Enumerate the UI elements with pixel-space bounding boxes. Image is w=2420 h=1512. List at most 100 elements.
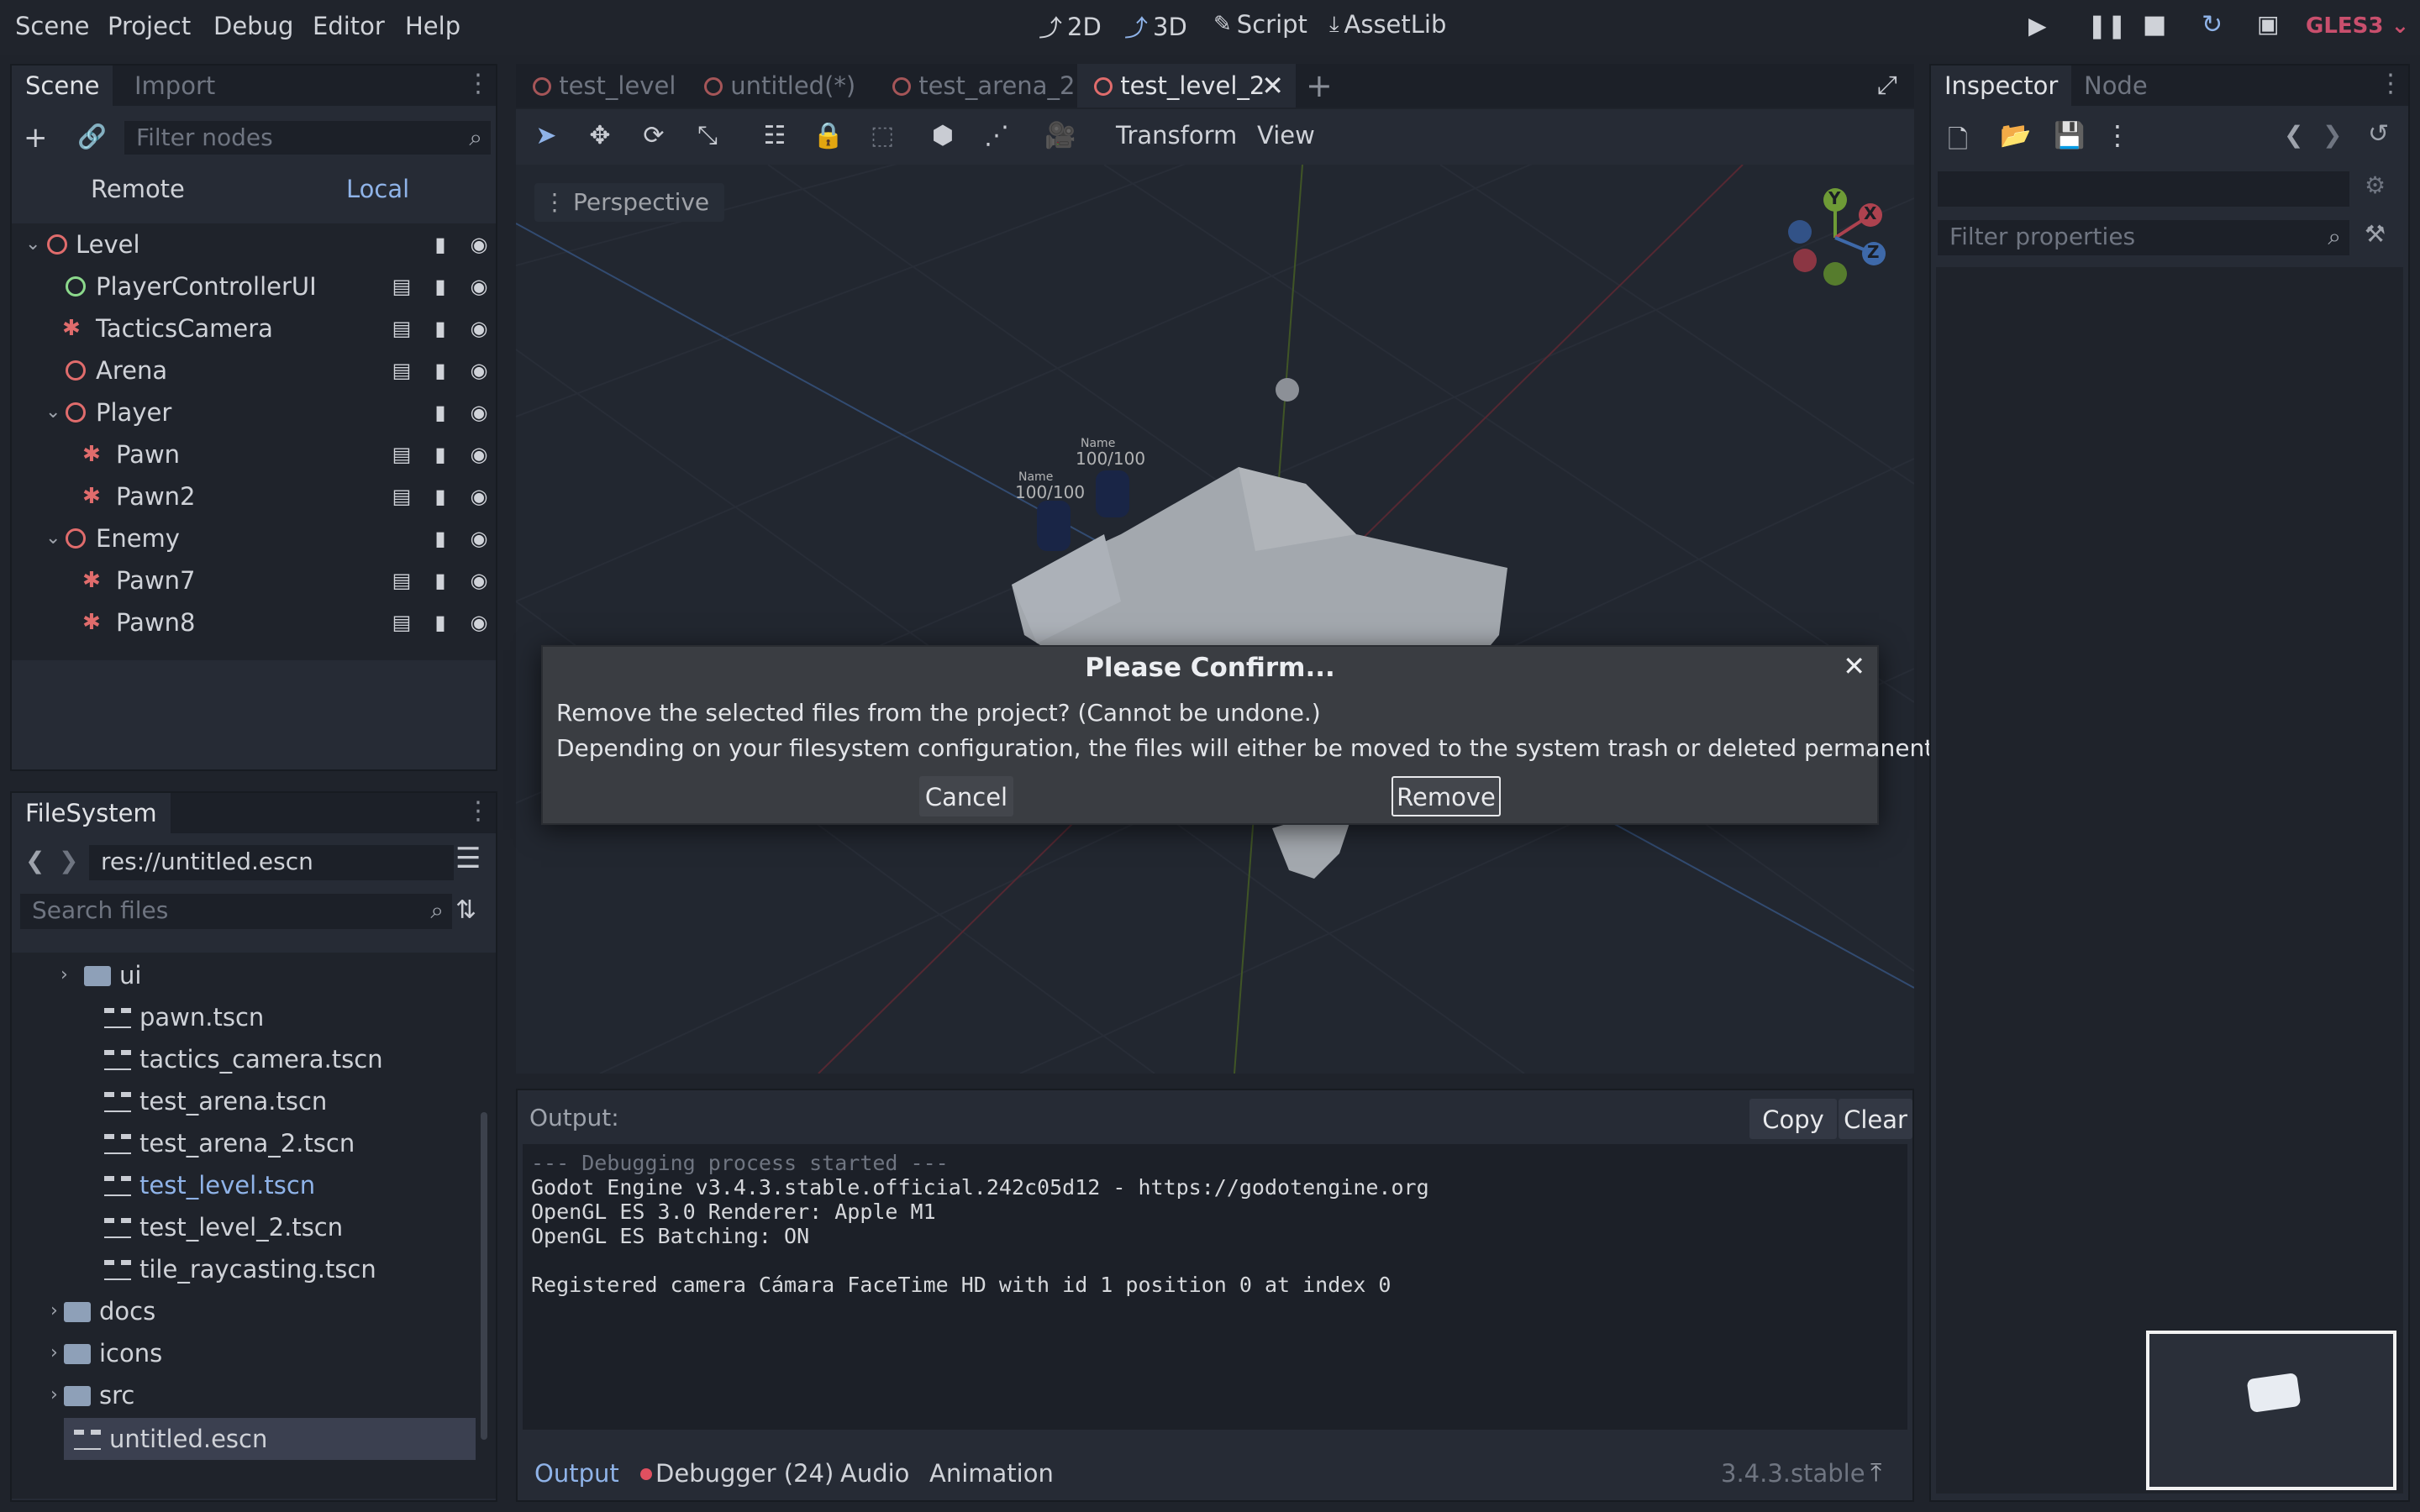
visibility-eye-icon[interactable]: ◉ [467, 360, 491, 381]
close-icon[interactable]: ✕ [1261, 64, 1284, 108]
scene-tab-test-arena-2[interactable]: test_arena_2 [876, 64, 1077, 108]
script-attached-icon[interactable]: ▮ [429, 318, 452, 339]
forward-arrow-icon[interactable]: ❯ [59, 847, 78, 874]
pause-icon[interactable]: ❚❚ [2087, 12, 2127, 39]
script-attached-icon[interactable]: ▮ [429, 234, 452, 255]
visibility-eye-icon[interactable]: ◉ [467, 444, 491, 465]
forward-arrow-icon[interactable]: ❯ [2323, 121, 2342, 149]
visibility-eye-icon[interactable]: ◉ [467, 570, 491, 591]
output-log[interactable]: --- Debugging process started --- Godot … [523, 1144, 1907, 1430]
camera-override-icon[interactable]: 🎥 [1044, 119, 1077, 153]
file-item-ui[interactable]: › ui [60, 954, 141, 996]
local-button[interactable]: Local [346, 175, 409, 203]
visibility-eye-icon[interactable]: ◉ [467, 234, 491, 255]
search-files-input[interactable]: Search files ⌕ [18, 892, 454, 931]
file-item-icons[interactable]: › icons [50, 1332, 162, 1374]
chevron-right-icon[interactable]: › [50, 1332, 58, 1374]
script-attached-icon[interactable]: ▮ [429, 486, 452, 507]
tab-output[interactable]: Output [534, 1453, 619, 1494]
object-path-field[interactable] [1936, 170, 2351, 208]
play-icon[interactable]: ▶ [2028, 12, 2047, 39]
sort-icon[interactable]: ⇅ [455, 895, 476, 925]
instance-icon[interactable]: ▤ [390, 612, 413, 633]
add-node-icon[interactable]: + [24, 121, 48, 155]
visibility-eye-icon[interactable]: ◉ [467, 486, 491, 507]
visibility-eye-icon[interactable]: ◉ [467, 402, 491, 423]
tab-node[interactable]: Node [2070, 66, 2161, 106]
chevron-right-icon[interactable]: › [50, 1374, 58, 1416]
back-arrow-icon[interactable]: ❮ [25, 847, 45, 874]
tree-node-pawn7[interactable]: ✱ Pawn7 ▤ ▮ ◉ [12, 559, 502, 601]
group-icon[interactable]: ⬚ [865, 119, 899, 153]
scene-tab-untitled[interactable]: untitled(*) [687, 64, 872, 108]
tab-filesystem[interactable]: FileSystem [12, 793, 171, 833]
visibility-eye-icon[interactable]: ◉ [467, 528, 491, 549]
script-attached-icon[interactable]: ▮ [429, 276, 452, 297]
screenshot-thumbnail[interactable] [2146, 1331, 2396, 1490]
file-item-docs[interactable]: › docs [50, 1290, 155, 1332]
filter-properties-input[interactable]: Filter properties ⌕ [1936, 218, 2351, 257]
workspace-assetlib-button[interactable]: ⤓ AssetLib [1329, 10, 1446, 39]
filter-nodes-input[interactable]: Filter nodes ⌕ [123, 119, 492, 156]
tree-node-player[interactable]: ⌄ Player ▮ ◉ [12, 391, 502, 433]
script-attached-icon[interactable]: ▮ [429, 528, 452, 549]
save-icon[interactable]: 💾 [2054, 121, 2085, 150]
object-tools-icon[interactable]: ⚙ [2365, 171, 2386, 199]
chevron-down-icon[interactable]: ⌄ [45, 517, 60, 559]
chevron-right-icon[interactable]: › [50, 1290, 58, 1332]
instance-icon[interactable]: ▤ [390, 360, 413, 381]
3d-viewport[interactable]: Name 100/100 Name 100/100 ⋮ Perspective Y… [516, 165, 1914, 1074]
renderer-selector[interactable]: GLES3 ⌄ [2306, 13, 2409, 39]
workspace-script-button[interactable]: ✎ Script [1213, 10, 1307, 39]
reload-icon[interactable]: ↻ [2202, 10, 2223, 39]
file-list-scrollbar[interactable] [481, 1112, 487, 1440]
tab-inspector[interactable]: Inspector [1931, 66, 2072, 106]
more-icon[interactable]: ⋮ [2104, 119, 2131, 151]
expand-panel-icon[interactable]: ⤒ [1870, 1458, 1881, 1488]
remote-button[interactable]: Remote [91, 175, 185, 203]
file-item-test-arena-2[interactable]: test_arena_2.tscn [104, 1122, 355, 1164]
tree-node-pawn2[interactable]: ✱ Pawn2 ▤ ▮ ◉ [12, 475, 502, 517]
script-attached-icon[interactable]: ▮ [429, 612, 452, 633]
dock-menu-icon[interactable]: ⋮ [2378, 69, 2403, 98]
clear-button[interactable]: Clear [1839, 1099, 1912, 1139]
rotate-tool-icon[interactable]: ⟳ [637, 119, 671, 153]
snap-icon[interactable]: ⋰ [980, 119, 1013, 153]
script-attached-icon[interactable]: ▮ [429, 402, 452, 423]
dock-menu-icon[interactable]: ⋮ [466, 69, 491, 98]
tab-scene[interactable]: Scene [12, 66, 113, 106]
instance-icon[interactable]: ▤ [390, 570, 413, 591]
tree-node-enemy[interactable]: ⌄ Enemy ▮ ◉ [12, 517, 502, 559]
file-item-pawn-tscn[interactable]: pawn.tscn [104, 996, 264, 1038]
open-folder-icon[interactable]: 📂 [2000, 121, 2031, 150]
scene-tab-test-level[interactable]: test_level [516, 64, 684, 108]
file-item-src[interactable]: › src [50, 1374, 134, 1416]
menu-editor[interactable]: Editor [313, 12, 385, 40]
tree-node-playercontrollerui[interactable]: PlayerControllerUI ▤ ▮ ◉ [12, 265, 502, 307]
tree-node-pawn8[interactable]: ✱ Pawn8 ▤ ▮ ◉ [12, 601, 502, 643]
new-resource-icon[interactable]: 🗋 [1948, 121, 1968, 164]
instance-icon[interactable]: ▤ [390, 276, 413, 297]
file-item-tile-raycasting[interactable]: tile_raycasting.tscn [104, 1248, 376, 1290]
workspace-2d-button[interactable]: ⤴ 2D [1039, 10, 1102, 44]
menu-help[interactable]: Help [405, 12, 460, 40]
local-space-icon[interactable]: ⬢ [926, 119, 960, 153]
file-item-untitled-escn[interactable]: untitled.escn [64, 1418, 476, 1460]
menu-scene[interactable]: Scene [15, 12, 89, 40]
transform-menu[interactable]: Transform [1116, 121, 1237, 150]
move-tool-icon[interactable]: ✥ [583, 119, 617, 153]
file-item-test-arena[interactable]: test_arena.tscn [104, 1080, 327, 1122]
script-attached-icon[interactable]: ▮ [429, 444, 452, 465]
visibility-eye-icon[interactable]: ◉ [467, 612, 491, 633]
history-icon[interactable]: ↺ [2368, 119, 2389, 149]
movie-icon[interactable]: ▣ [2257, 10, 2279, 38]
cancel-button[interactable]: Cancel [919, 776, 1013, 816]
visibility-eye-icon[interactable]: ◉ [467, 276, 491, 297]
file-item-tactics-camera[interactable]: tactics_camera.tscn [104, 1038, 383, 1080]
instance-icon[interactable]: ▤ [390, 318, 413, 339]
tab-import[interactable]: Import [121, 66, 229, 106]
stop-icon[interactable]: ■ [2143, 10, 2166, 39]
back-arrow-icon[interactable]: ❮ [2284, 121, 2303, 149]
file-item-test-level-2[interactable]: test_level_2.tscn [104, 1206, 343, 1248]
script-attached-icon[interactable]: ▮ [429, 360, 452, 381]
